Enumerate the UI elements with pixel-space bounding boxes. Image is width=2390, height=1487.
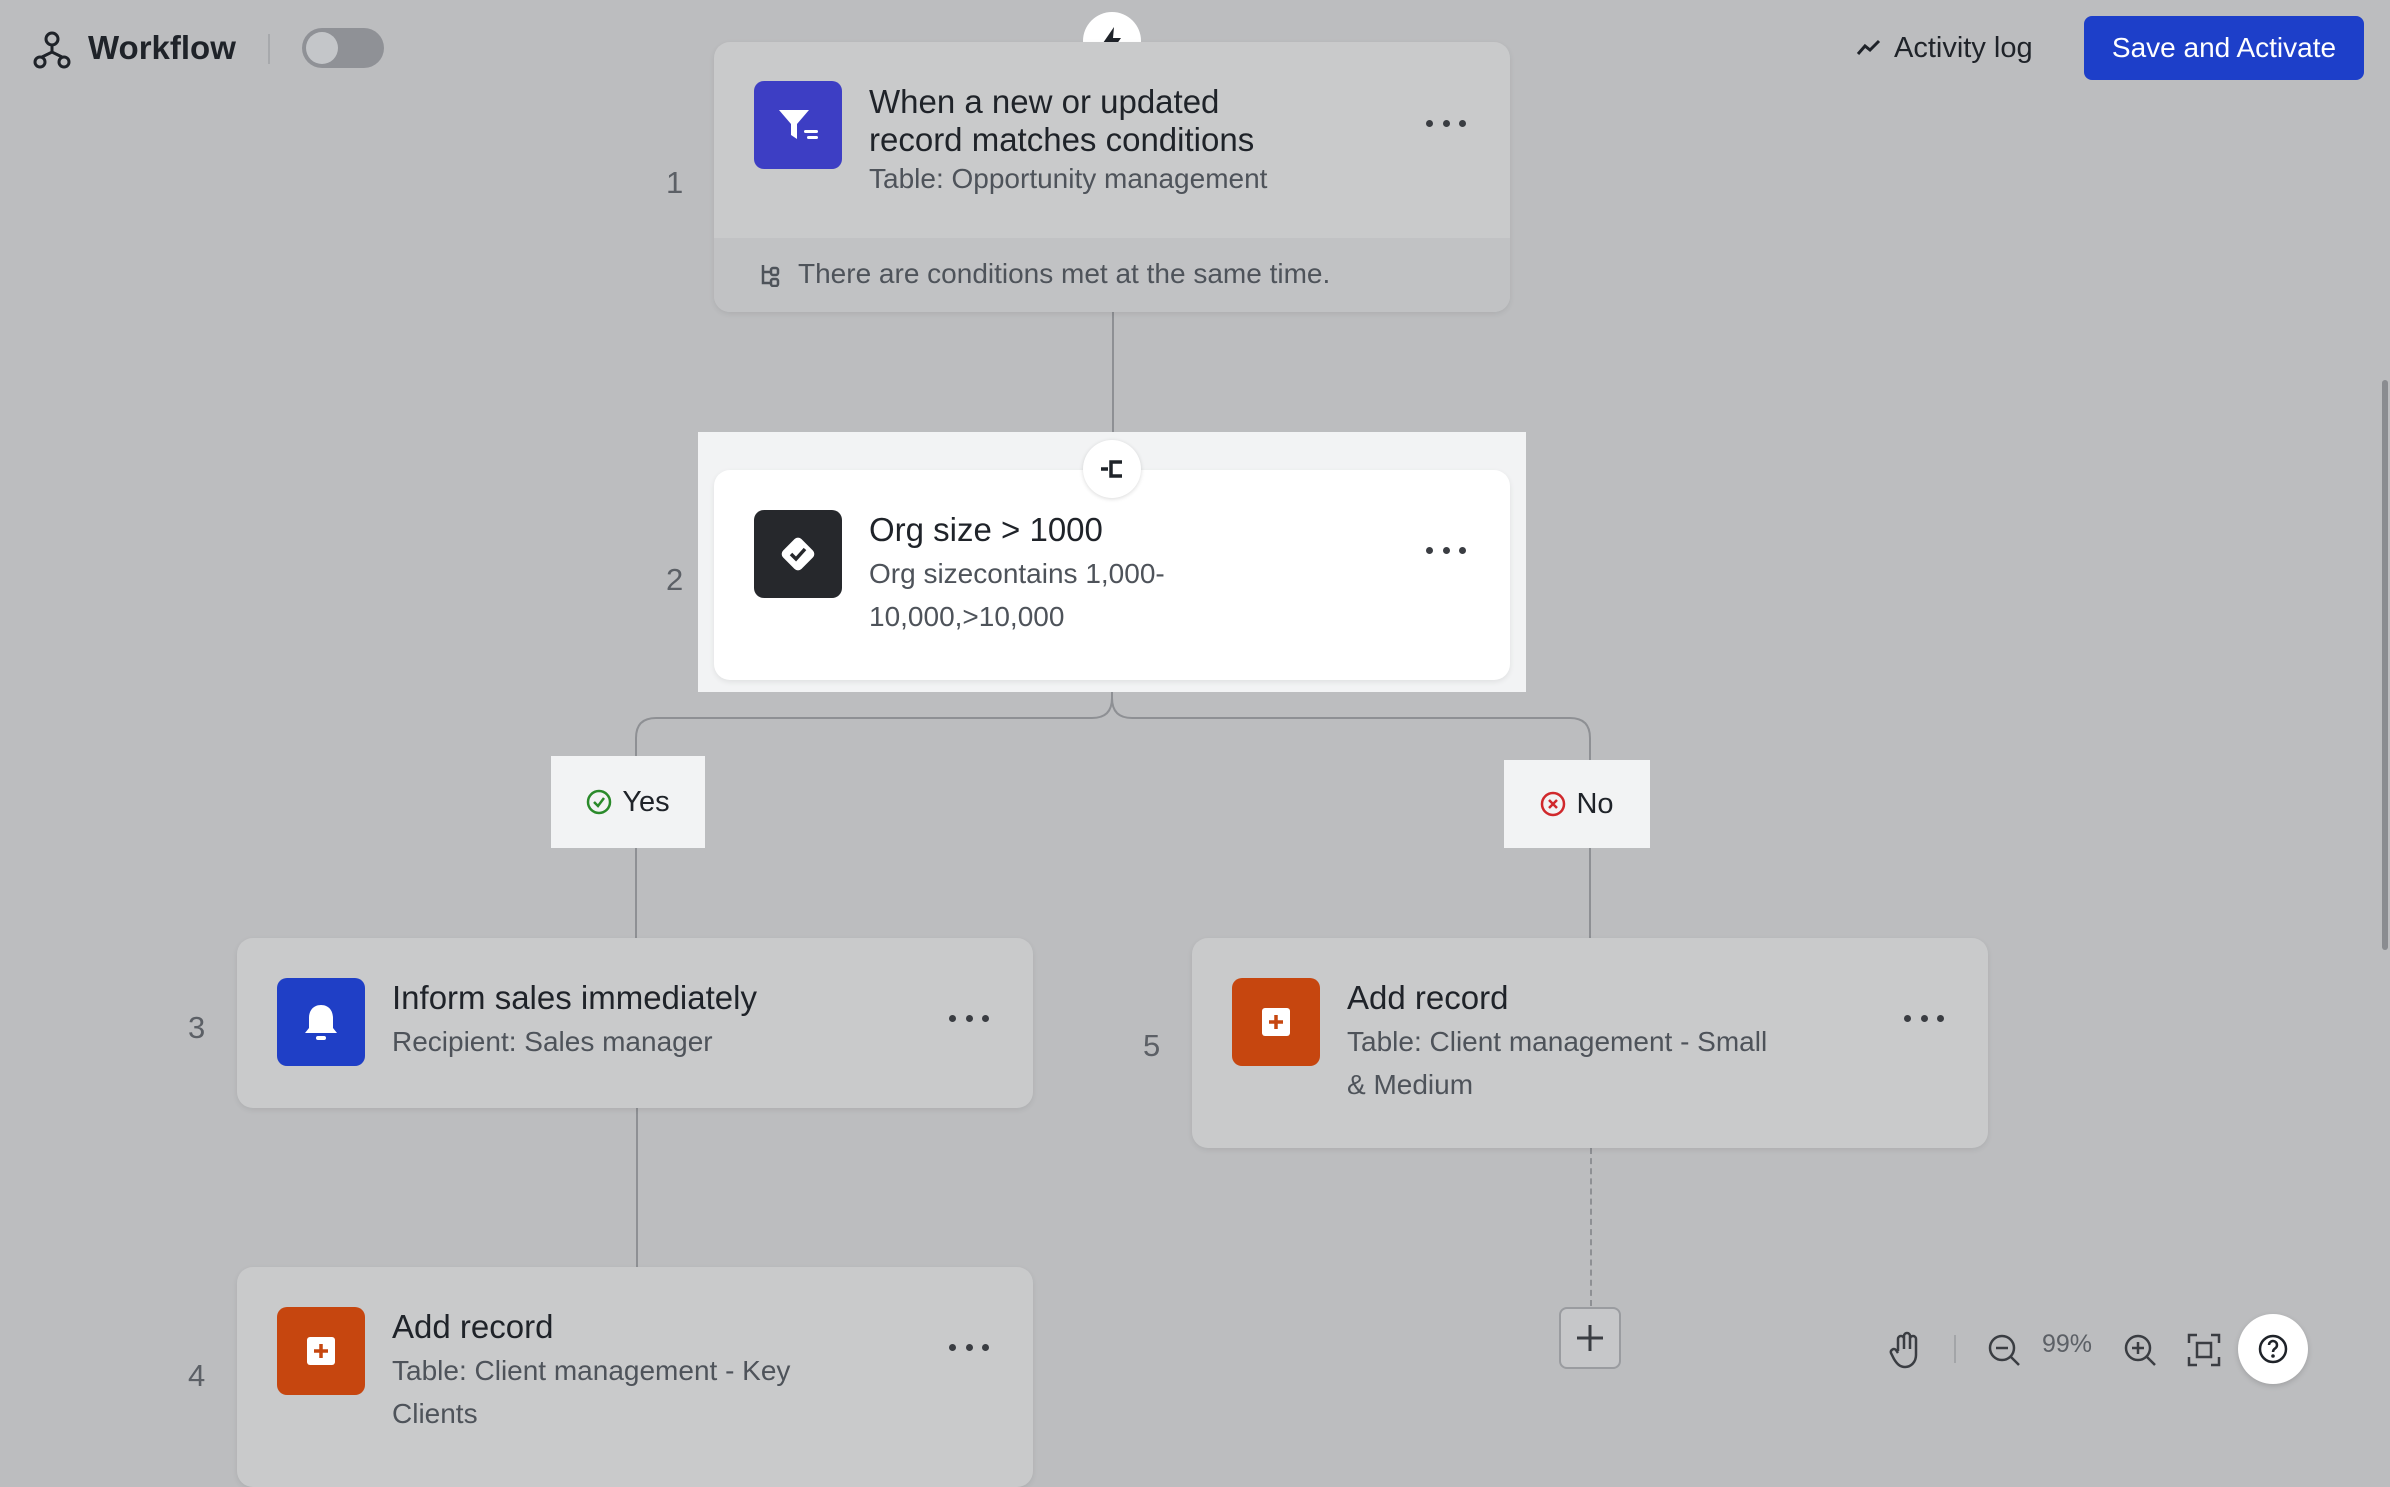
inform-more-button[interactable]	[949, 1015, 989, 1027]
page-title: Workflow	[88, 29, 236, 66]
trend-icon	[1856, 39, 1881, 55]
check-circle-icon	[587, 789, 612, 815]
add-small-subtitle-line1: Table: Client management - Small	[1347, 1026, 1768, 1057]
toolbar-divider	[1954, 1335, 1956, 1363]
trigger-more-button[interactable]	[1426, 120, 1466, 132]
connector-1-2	[1112, 310, 1114, 438]
help-button[interactable]	[2238, 1314, 2308, 1384]
condition-subtitle-line2: 10,000,>10,000	[869, 601, 1065, 632]
vertical-scrollbar[interactable]	[2382, 380, 2388, 950]
inform-node[interactable]: Inform sales immediately Recipient: Sale…	[237, 938, 1033, 1108]
zoom-in-icon	[2124, 1334, 2156, 1366]
add-key-subtitle-line1: Table: Client management - Key	[392, 1355, 791, 1386]
trigger-footer: There are conditions met at the same tim…	[714, 238, 1510, 312]
fit-screen-button[interactable]	[2184, 1330, 2224, 1370]
add-key-subtitle-line2: Clients	[392, 1398, 478, 1429]
plus-icon	[1577, 1325, 1603, 1351]
bell-icon	[277, 978, 365, 1066]
add-record-small-node[interactable]: Add record Table: Client management - Sm…	[1192, 938, 1988, 1148]
no-label-text: No	[1576, 787, 1614, 820]
step-number-1: 1	[666, 165, 684, 200]
add-record-icon	[277, 1307, 365, 1395]
add-step-button[interactable]	[1559, 1307, 1621, 1369]
add-small-subtitle-line2: & Medium	[1347, 1069, 1474, 1100]
condition-more-button[interactable]	[1426, 547, 1466, 559]
step-number-5: 5	[1143, 1028, 1161, 1063]
activity-log-button[interactable]: Activity log	[1856, 28, 2033, 68]
filter-icon	[754, 81, 842, 169]
trigger-subtitle: Table: Opportunity management	[869, 163, 1268, 194]
activity-log-label: Activity log	[1894, 31, 2033, 64]
hand-tool-button[interactable]	[1886, 1330, 1926, 1370]
header-divider	[268, 34, 270, 64]
yes-branch-label[interactable]: Yes	[551, 756, 705, 848]
hand-icon	[1889, 1331, 1918, 1369]
add-key-more-button[interactable]	[949, 1344, 989, 1356]
x-circle-icon	[1541, 791, 1566, 817]
trigger-node[interactable]: When a new or updated record matches con…	[714, 42, 1510, 312]
step-number-2: 2	[666, 562, 684, 597]
save-and-activate-button[interactable]: Save and Activate	[2084, 16, 2364, 80]
workflow-icon	[32, 30, 72, 70]
workflow-toggle[interactable]	[302, 28, 384, 68]
trigger-footer-text: There are conditions met at the same tim…	[798, 258, 1331, 289]
zoom-out-icon	[1988, 1334, 2020, 1366]
step-number-4: 4	[188, 1358, 206, 1393]
condition-subtitle-line1: Org sizecontains 1,000-	[869, 558, 1165, 589]
check-diamond-icon	[754, 510, 842, 598]
add-key-title: Add record	[392, 1308, 554, 1345]
zoom-out-button[interactable]	[1984, 1330, 2024, 1370]
branch-split-icon	[1101, 460, 1122, 478]
branch-connector	[635, 680, 1591, 940]
trigger-title-line1: When a new or updated	[869, 83, 1220, 120]
trigger-title-line2: record matches conditions	[869, 121, 1255, 158]
help-icon	[2258, 1334, 2288, 1364]
connector-5-add	[1590, 1148, 1592, 1306]
no-branch-label[interactable]: No	[1504, 760, 1650, 848]
add-record-key-node[interactable]: Add record Table: Client management - Ke…	[237, 1267, 1033, 1487]
yes-label-text: Yes	[622, 785, 670, 818]
inform-title: Inform sales immediately	[392, 979, 757, 1016]
add-small-title: Add record	[1347, 979, 1509, 1016]
inform-subtitle: Recipient: Sales manager	[392, 1026, 713, 1057]
add-small-more-button[interactable]	[1904, 1015, 1944, 1027]
zoom-in-button[interactable]	[2120, 1330, 2160, 1370]
condition-title: Org size > 1000	[869, 511, 1103, 548]
condition-badge	[1083, 440, 1141, 498]
connector-3-4	[636, 1108, 638, 1268]
toggle-knob	[306, 32, 338, 64]
fit-screen-icon	[2187, 1333, 2221, 1367]
step-number-3: 3	[188, 1010, 206, 1045]
zoom-level: 99%	[2042, 1330, 2093, 1358]
branch-icon	[761, 265, 780, 287]
add-record-icon	[1232, 978, 1320, 1066]
condition-node[interactable]: Org size > 1000 Org sizecontains 1,000- …	[714, 470, 1510, 680]
